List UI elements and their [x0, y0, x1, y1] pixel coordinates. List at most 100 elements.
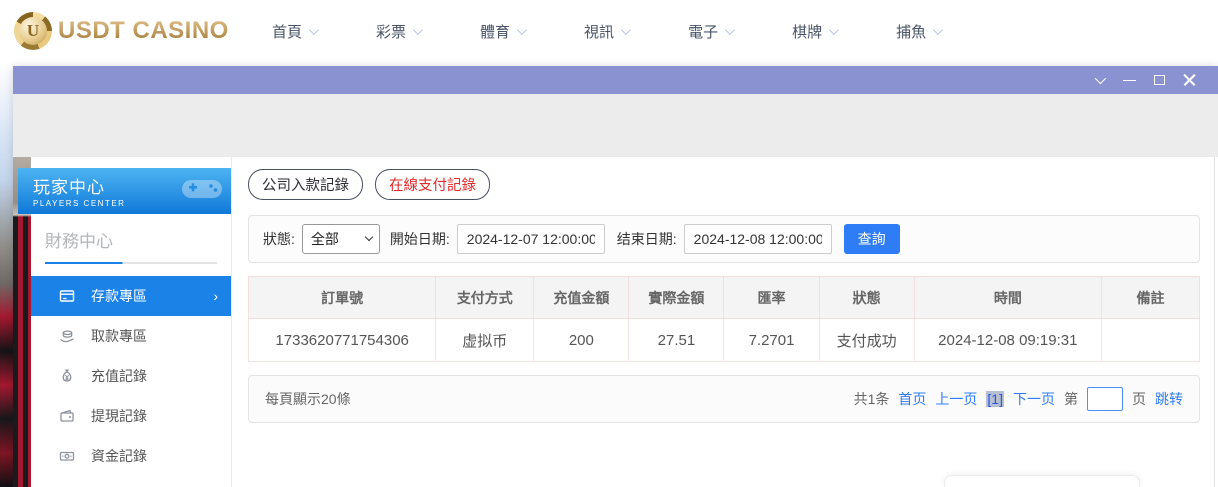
cell-actual-amount: 27.51 [629, 319, 724, 362]
sidebar-item-label: 存款專區 [91, 286, 147, 306]
deposit-card-icon [59, 288, 75, 304]
nav-item-slots[interactable]: 電子 [688, 21, 732, 42]
sidebar: 玩家中心 PLAYERS CENTER 財務中心 存款專區 › [31, 157, 231, 487]
minimize-icon [1123, 80, 1136, 81]
app-body: 玩家中心 PLAYERS CENTER 財務中心 存款專區 › [13, 157, 1218, 487]
sidebar-item-hh-lottery-bets[interactable]: HH彩票下注 [31, 476, 231, 487]
window-close-button[interactable] [1174, 66, 1204, 94]
end-date-label: 结束日期: [617, 229, 677, 249]
chevron-down-icon [1095, 73, 1106, 84]
window-minimize-button[interactable] [1114, 66, 1144, 94]
start-date-input[interactable] [457, 224, 605, 254]
col-time: 時間 [914, 277, 1101, 319]
col-exchange-rate: 匯率 [724, 277, 819, 319]
cell-remarks [1102, 319, 1200, 362]
corner-popup [944, 475, 1140, 487]
nav-item-lottery[interactable]: 彩票 [376, 21, 420, 42]
first-page-link[interactable]: 首页 [898, 389, 926, 409]
record-tabs: 公司入款記錄 在線支付記錄 [248, 169, 1200, 200]
tab-online-payment-records[interactable]: 在線支付記錄 [375, 169, 490, 200]
withdrawal-wallet-icon [59, 408, 75, 424]
nav-item-live[interactable]: 視訊 [584, 21, 628, 42]
nav-item-sports[interactable]: 體育 [480, 21, 524, 42]
end-date-input[interactable] [684, 224, 832, 254]
col-order-number: 訂單號 [249, 277, 436, 319]
funds-cash-icon [59, 448, 75, 464]
nav-label: 體育 [480, 21, 510, 42]
cell-order-number: 1733620771754306 [249, 319, 436, 362]
pagination-bar: 每頁顯示20條 共1条 首页 上一页 [1] 下一页 第 页 跳转 [248, 375, 1200, 423]
col-actual-amount: 實際金額 [629, 277, 724, 319]
sidebar-item-label: 提現記錄 [91, 406, 147, 426]
total-count-text: 共1条 [854, 389, 890, 409]
cell-exchange-rate: 7.2701 [724, 319, 819, 362]
current-page-indicator: [1] [986, 391, 1004, 407]
chevron-down-icon [517, 25, 527, 35]
section-divider [45, 262, 217, 264]
window-titlebar [13, 66, 1218, 94]
jump-suffix-text: 页 [1132, 389, 1146, 409]
main-content: 公司入款記錄 在線支付記錄 狀態: 全部 開始日期: 结束日期: 查詢 [231, 157, 1218, 487]
nav-label: 首頁 [272, 21, 302, 42]
status-select[interactable]: 全部 [302, 224, 380, 254]
cell-payment-method: 虚拟币 [436, 319, 534, 362]
scrollbar-track[interactable] [1214, 157, 1215, 487]
background-photo-strip [0, 62, 13, 487]
col-status: 狀態 [819, 277, 914, 319]
nav-label: 彩票 [376, 21, 406, 42]
chevron-down-icon [829, 25, 839, 35]
sidebar-item-label: 取款專區 [91, 326, 147, 346]
table-row: 1733620771754306 虚拟币 200 27.51 7.2701 支付… [249, 319, 1200, 362]
nav-item-home[interactable]: 首頁 [272, 21, 316, 42]
col-recharge-amount: 充值金額 [534, 277, 629, 319]
jump-button[interactable]: 跳转 [1155, 389, 1183, 409]
col-payment-method: 支付方式 [436, 277, 534, 319]
players-center-header: 玩家中心 PLAYERS CENTER [18, 168, 231, 214]
sidebar-item-funds-records[interactable]: 資金記錄 [31, 436, 231, 476]
cell-status: 支付成功 [819, 319, 914, 362]
close-icon [1183, 74, 1196, 87]
chevron-down-icon [621, 25, 631, 35]
chevron-down-icon [725, 25, 735, 35]
recharge-bag-icon [59, 368, 75, 384]
tab-company-deposit-records[interactable]: 公司入款記錄 [248, 169, 363, 200]
brand-name: USDT CASINO [58, 17, 229, 45]
query-button[interactable]: 查詢 [844, 224, 900, 254]
nav-label: 捕魚 [896, 21, 926, 42]
status-label: 狀態: [263, 229, 295, 249]
start-date-label: 開始日期: [390, 229, 450, 249]
jump-prefix-text: 第 [1064, 389, 1078, 409]
filter-bar: 狀態: 全部 開始日期: 结束日期: 查詢 [248, 215, 1200, 263]
main-nav: 首頁 彩票 體育 視訊 電子 棋牌 捕魚 [272, 21, 1000, 42]
window-collapse-button[interactable] [1084, 66, 1114, 94]
prev-page-link[interactable]: 上一页 [935, 389, 977, 409]
next-page-link[interactable]: 下一页 [1013, 389, 1055, 409]
brand-logo-letter: U [19, 17, 47, 45]
pager: 共1条 首页 上一页 [1] 下一页 第 页 跳转 [854, 387, 1183, 411]
top-navbar: U USDT CASINO 首頁 彩票 體育 視訊 電子 棋牌 捕魚 [0, 0, 1218, 62]
sidebar-item-deposit-zone[interactable]: 存款專區 › [31, 276, 231, 316]
sidebar-item-withdraw-zone[interactable]: 取款專區 [31, 316, 231, 356]
player-center-window: 玩家中心 PLAYERS CENTER 財務中心 存款專區 › [13, 66, 1218, 487]
cell-time: 2024-12-08 09:19:31 [914, 319, 1101, 362]
sidebar-item-recharge-records[interactable]: 充值記錄 [31, 356, 231, 396]
window-maximize-button[interactable] [1144, 66, 1174, 94]
brand-logo[interactable]: U USDT CASINO [14, 12, 246, 50]
window-header-spacer [13, 94, 1218, 157]
chevron-down-icon [413, 25, 423, 35]
table-header-row: 訂單號 支付方式 充值金額 實際金額 匯率 狀態 時間 備註 [249, 277, 1200, 319]
nav-label: 視訊 [584, 21, 614, 42]
cell-recharge-amount: 200 [534, 319, 629, 362]
maximize-icon [1154, 75, 1165, 85]
nav-item-cards[interactable]: 棋牌 [792, 21, 836, 42]
payment-records-table: 訂單號 支付方式 充值金額 實際金額 匯率 狀態 時間 備註 173362077… [248, 276, 1200, 362]
brand-logo-icon: U [14, 12, 52, 50]
sidebar-item-label: 資金記錄 [91, 446, 147, 466]
page-jump-input[interactable] [1087, 387, 1123, 411]
chevron-down-icon [933, 25, 943, 35]
page-size-text: 每頁顯示20條 [265, 389, 351, 409]
nav-item-fishing[interactable]: 捕魚 [896, 21, 940, 42]
sidebar-item-withdrawal-records[interactable]: 提現記錄 [31, 396, 231, 436]
nav-label: 電子 [688, 21, 718, 42]
withdraw-hand-icon [59, 328, 75, 344]
